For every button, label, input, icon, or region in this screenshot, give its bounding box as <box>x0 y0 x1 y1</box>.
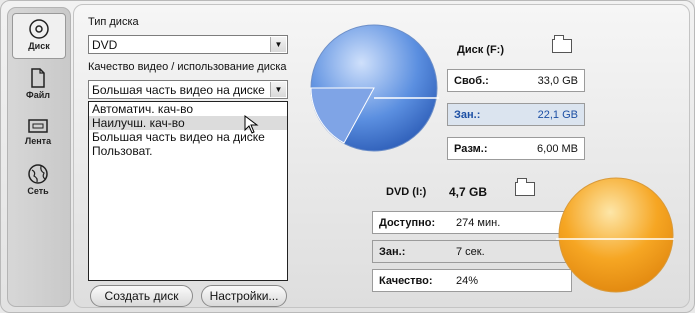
tape-icon <box>28 119 48 133</box>
sidebar-item-disc[interactable]: Диск <box>12 13 66 59</box>
quality-option[interactable]: Автоматич. кач-во <box>89 102 287 116</box>
dvd-pie-disc <box>558 177 674 293</box>
main-panel: Тип диска DVD ▼ Качество видео / использ… <box>73 4 690 308</box>
row-key: Качество: <box>379 275 433 287</box>
row-value: 7 сек. <box>456 246 485 258</box>
sidebar-item-label: Сеть <box>27 186 49 196</box>
file-icon <box>31 68 45 88</box>
row-value: 6,00 MB <box>537 143 578 155</box>
disc-output-window: Диск Файл Лента Сеть Тип диска DVD ▼ Кач… <box>0 0 695 313</box>
settings-button[interactable]: Настройки... <box>201 285 287 307</box>
dvd-capacity: 4,7 GB <box>449 185 488 199</box>
row-value: 274 мин. <box>456 217 501 229</box>
sidebar-item-label: Файл <box>26 90 50 100</box>
disk-f-title: Диск (F:) <box>457 44 504 56</box>
row-key: Своб.: <box>454 75 489 87</box>
row-key: Зан.: <box>454 109 481 121</box>
sidebar-item-label: Диск <box>28 41 50 51</box>
sidebar-item-file[interactable]: Файл <box>12 63 64 107</box>
row-key: Зан.: <box>379 246 406 258</box>
sidebar-item-tape[interactable]: Лента <box>12 113 64 157</box>
sidebar-item-network[interactable]: Сеть <box>12 159 64 203</box>
row-key: Доступно: <box>379 217 436 229</box>
row-key: Разм.: <box>454 143 488 155</box>
disk-f-usage-pie <box>310 24 439 152</box>
create-disc-button[interactable]: Создать диск <box>90 285 193 307</box>
quality-value: Большая часть видео на диске <box>92 83 265 97</box>
row-value: 22,1 GB <box>537 109 578 121</box>
dvd-quality-row: Качество: 24% <box>372 269 572 292</box>
globe-icon <box>28 164 48 184</box>
mouse-cursor-icon <box>244 115 259 134</box>
dvd-title: DVD (I:) <box>386 186 427 198</box>
disc-type-label: Тип диска <box>88 16 139 28</box>
row-value: 33,0 GB <box>537 75 578 87</box>
dvd-usage-pie <box>556 177 674 293</box>
quality-option[interactable]: Пользоват. <box>89 144 287 158</box>
disk-f-used-row: Зан.: 22,1 GB <box>447 103 585 126</box>
row-value: 24% <box>456 275 479 287</box>
quality-select[interactable]: Большая часть видео на диске ▼ <box>88 80 288 99</box>
dvd-used-row: Зан.: 7 сек. <box>372 240 572 263</box>
quality-label: Качество видео / использование диска <box>88 61 287 73</box>
folder-icon[interactable] <box>515 178 535 196</box>
sidebar-item-label: Лента <box>24 136 52 146</box>
disk-f-size-row: Разм.: 6,00 MB <box>447 137 585 160</box>
disc-icon <box>29 19 49 39</box>
disc-type-value: DVD <box>92 38 118 52</box>
chevron-down-icon[interactable]: ▼ <box>270 82 286 97</box>
chevron-down-icon[interactable]: ▼ <box>270 37 286 52</box>
output-type-sidebar: Диск Файл Лента Сеть <box>7 7 71 307</box>
dvd-available-row: Доступно: 274 мин. <box>372 211 572 234</box>
disk-f-free-row: Своб.: 33,0 GB <box>447 69 585 92</box>
disc-type-select[interactable]: DVD ▼ <box>88 35 288 54</box>
folder-icon[interactable] <box>552 35 572 53</box>
